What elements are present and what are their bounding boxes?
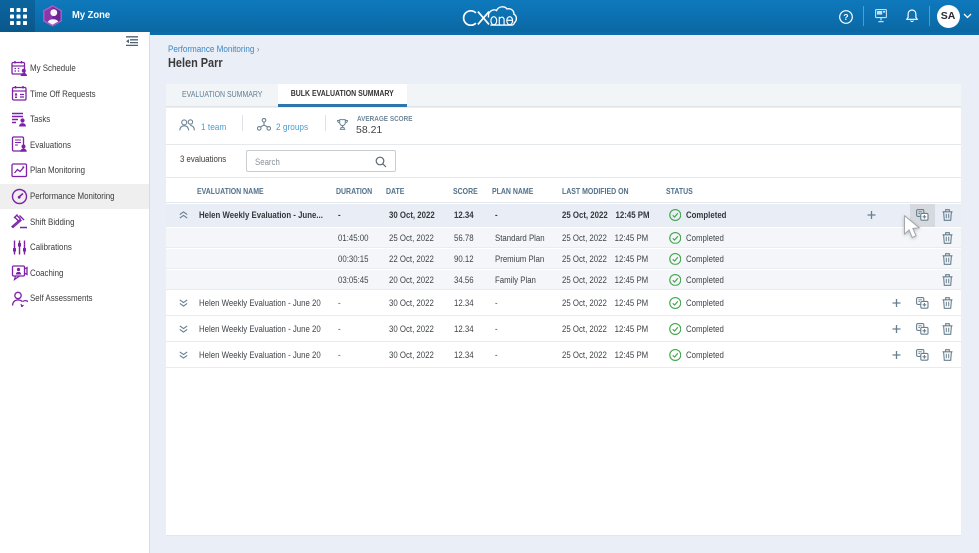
svg-text:?: ? <box>843 12 848 22</box>
